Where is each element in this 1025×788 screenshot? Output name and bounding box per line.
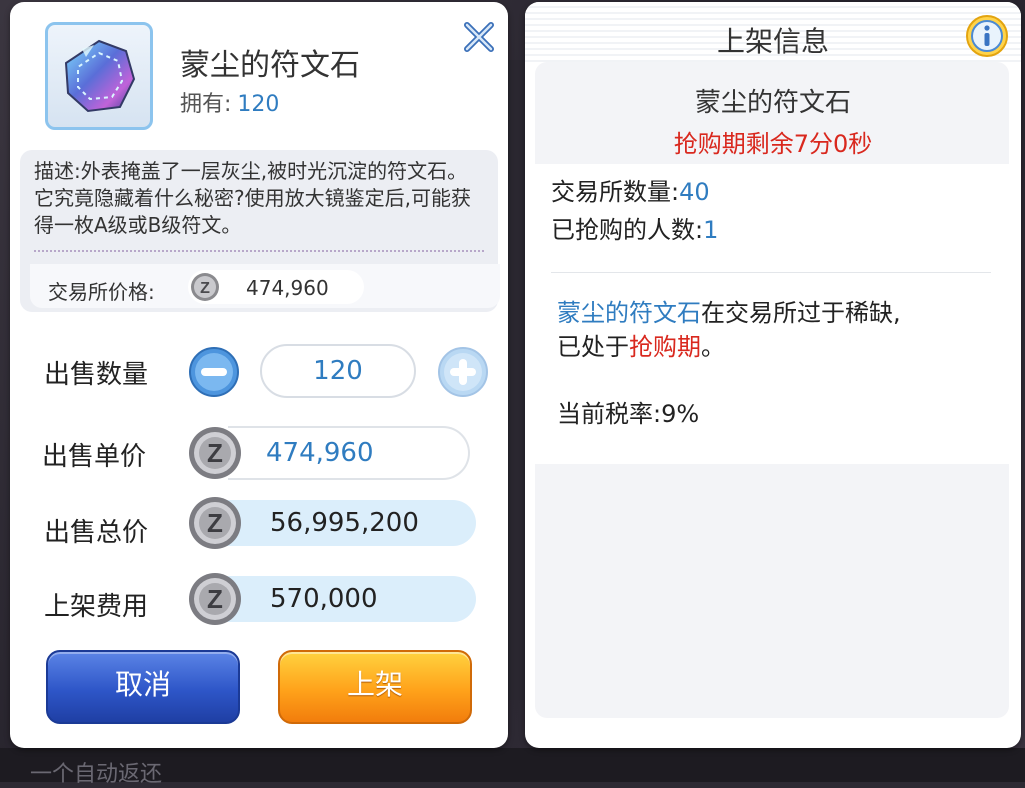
plus-icon[interactable] — [437, 346, 489, 398]
divider — [551, 272, 991, 273]
total-price-label: 出售总价 — [44, 518, 149, 548]
info-icon[interactable] — [965, 14, 1009, 58]
exchange-count-value: 40 — [679, 178, 710, 206]
item-name: 蒙尘的符文石 — [180, 48, 360, 83]
total-price-value: 56,995,200 — [270, 508, 419, 538]
zeny-coin-icon: Z — [191, 273, 219, 301]
owned-value: 120 — [237, 92, 280, 117]
quantity-field[interactable]: 120 — [260, 344, 416, 398]
listing-info-panel: 上架信息 蒙尘的符文石 抢购期剩余7分0秒 交易所数量:40 已抢购的人数:1 … — [525, 2, 1021, 748]
exchange-price-label: 交易所价格: — [48, 280, 155, 304]
unit-price-value: 474,960 — [266, 438, 374, 468]
svg-text:Z: Z — [200, 280, 210, 297]
minus-icon[interactable] — [188, 346, 240, 398]
tax-rate: 当前税率:9% — [557, 394, 699, 429]
scarcity-message: 蒙尘的符文石在交易所过于稀缺, 已处于抢购期。 — [557, 296, 987, 364]
listing-fee-label: 上架费用 — [44, 592, 149, 622]
zeny-coin-icon: Z — [189, 497, 241, 549]
message-item-name: 蒙尘的符文石 — [557, 299, 701, 327]
buyers-count: 已抢购的人数:1 — [551, 210, 718, 245]
tax-value: 9% — [661, 400, 700, 428]
listing-fee-value: 570,000 — [270, 584, 378, 614]
svg-text:Z: Z — [207, 584, 223, 614]
exchange-count: 交易所数量:40 — [551, 172, 710, 207]
sell-dialog: 蒙尘的符文石 拥有: 120 描述:外表掩盖了一层灰尘,被时光沉淀的符文石。它究竟… — [10, 2, 508, 748]
list-button[interactable]: 上架 — [278, 650, 472, 724]
cancel-button[interactable]: 取消 — [46, 650, 240, 724]
message-end: 。 — [701, 333, 725, 361]
message-text-1: 在交易所过于稀缺, — [701, 299, 901, 327]
rush-timer: 抢购期剩余7分0秒 — [673, 130, 873, 158]
svg-text:Z: Z — [207, 438, 223, 468]
message-text-2: 已处于 — [557, 333, 629, 361]
close-icon[interactable] — [462, 20, 496, 54]
buyers-label: 已抢购的人数: — [551, 216, 704, 244]
zeny-coin-icon: Z — [189, 427, 241, 479]
zeny-coin-icon: Z — [189, 573, 241, 625]
background-text: 一个自动返还 — [30, 762, 163, 787]
buyers-value: 1 — [703, 216, 719, 244]
divider — [34, 250, 484, 252]
unit-price-label: 出售单价 — [42, 442, 147, 472]
item-description: 描述:外表掩盖了一层灰尘,被时光沉淀的符文石。它究竟隐藏着什么秘密?使用放大镜鉴… — [34, 159, 471, 237]
quantity-label: 出售数量 — [44, 360, 149, 390]
item-slot[interactable] — [45, 22, 153, 130]
exchange-count-label: 交易所数量: — [551, 178, 680, 206]
exchange-price-value: 474,960 — [246, 276, 329, 300]
panel-title: 上架信息 — [716, 25, 829, 58]
tax-label: 当前税率: — [557, 400, 662, 428]
rune-stone-icon — [64, 39, 136, 113]
owned-count: 拥有: 120 — [180, 86, 279, 118]
message-rush-period: 抢购期 — [629, 333, 701, 361]
info-item-name: 蒙尘的符文石 — [694, 88, 851, 118]
svg-text:Z: Z — [207, 508, 223, 538]
owned-label: 拥有: — [180, 92, 232, 117]
